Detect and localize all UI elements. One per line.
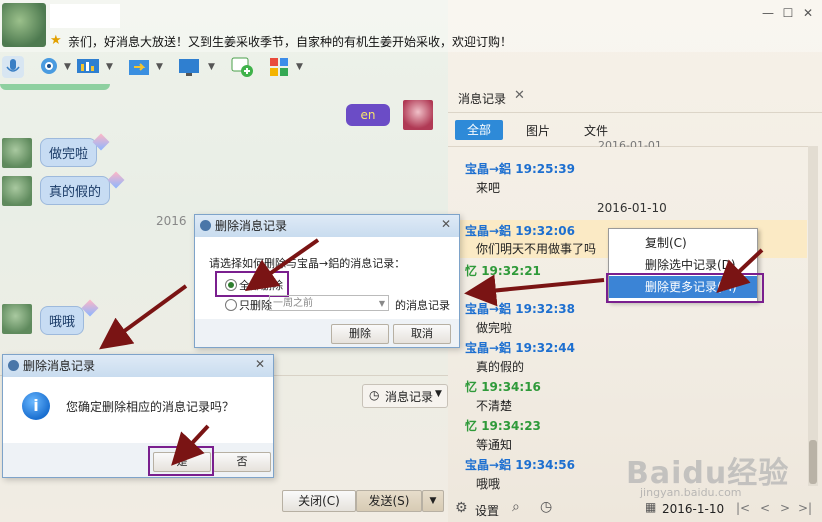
minimize-button[interactable]: — bbox=[760, 6, 776, 20]
scrollbar[interactable] bbox=[808, 146, 818, 486]
chevron-down-icon[interactable]: ▼ bbox=[208, 62, 215, 72]
chevron-down-icon[interactable]: ▼ bbox=[296, 62, 303, 72]
highlight-box bbox=[148, 446, 214, 476]
tab-message-history[interactable]: 消息记录 bbox=[458, 90, 506, 107]
close-window-button[interactable]: ✕ bbox=[800, 6, 816, 20]
no-button[interactable]: 否 bbox=[213, 452, 271, 472]
chevron-down-icon[interactable]: ▼ bbox=[64, 62, 71, 72]
record-body: 来吧 bbox=[476, 181, 501, 195]
chat-add-icon[interactable] bbox=[230, 56, 253, 78]
record-header[interactable]: 宝晶→鋁 19:32:06 bbox=[465, 222, 575, 239]
delete-history-dialog: 删除消息记录 ✕ 请选择如何删除与宝晶→鋁的消息记录： 全部删除 只删除 一周之… bbox=[194, 214, 460, 348]
remote-desktop-icon[interactable] bbox=[178, 56, 200, 78]
history-icon[interactable]: ◷ bbox=[540, 499, 552, 515]
message-history-button[interactable]: ◷ 消息记录 ▼ bbox=[362, 384, 448, 408]
app-icon bbox=[200, 220, 211, 231]
filter-images[interactable]: 图片 bbox=[526, 122, 550, 139]
delete-button[interactable]: 删除 bbox=[331, 324, 389, 344]
info-icon: i bbox=[22, 392, 50, 420]
record-header: 宝晶→鋁 19:32:38 bbox=[465, 302, 575, 316]
record-header: 宝晶→鋁 19:32:44 bbox=[465, 341, 575, 355]
dialog-title: 删除消息记录 bbox=[195, 215, 459, 237]
scrollbar-thumb[interactable] bbox=[809, 440, 817, 484]
date-divider-partial: 2016-01-01 bbox=[598, 139, 662, 147]
highlight-box bbox=[215, 271, 289, 297]
chevron-down-icon[interactable]: ▼ bbox=[156, 62, 163, 72]
confirm-message: 您确定删除相应的消息记录吗？ bbox=[66, 400, 235, 414]
history-button-label: 消息记录 bbox=[385, 390, 434, 404]
first-page-button[interactable]: |< bbox=[736, 501, 750, 515]
next-page-button[interactable]: > bbox=[780, 501, 790, 515]
chevron-down-icon: ▼ bbox=[378, 299, 385, 308]
send-options-button[interactable]: ▼ bbox=[422, 490, 444, 512]
my-avatar bbox=[403, 100, 433, 130]
message-bubble-partial bbox=[0, 84, 110, 90]
contact-avatar[interactable] bbox=[2, 3, 46, 47]
divider bbox=[448, 112, 822, 113]
range-suffix: 的消息记录 bbox=[395, 299, 450, 312]
chevron-down-icon: ▼ bbox=[435, 389, 442, 399]
contact-signature: 亲们，好消息大放送！又到生姜采收季节，自家种的有机生姜开始采收，欢迎订购！ bbox=[68, 35, 513, 49]
apps-icon[interactable] bbox=[268, 56, 290, 78]
prev-page-button[interactable]: < bbox=[760, 501, 770, 515]
gear-icon[interactable]: ⚙ bbox=[455, 500, 468, 516]
contact-avatar-small bbox=[2, 138, 32, 168]
dialog-title: 删除消息记录 bbox=[3, 355, 273, 377]
record-header: 忆 19:34:23 bbox=[465, 419, 541, 433]
file-transfer-icon[interactable] bbox=[128, 56, 150, 78]
highlight-box bbox=[606, 273, 764, 303]
send-button[interactable]: 发送(S) bbox=[356, 490, 422, 512]
record-body[interactable]: 你们明天不用做事了吗 bbox=[476, 240, 596, 257]
message-bubble: 哦哦 bbox=[40, 306, 85, 335]
close-chat-button[interactable]: 关闭(C) bbox=[282, 490, 356, 512]
app-icon bbox=[8, 360, 19, 371]
search-icon[interactable]: ⌕ bbox=[512, 499, 520, 515]
maximize-button[interactable]: ☐ bbox=[780, 6, 796, 20]
close-icon[interactable]: ✕ bbox=[255, 357, 265, 371]
record-body: 做完啦 bbox=[476, 321, 513, 335]
last-page-button[interactable]: >| bbox=[798, 501, 812, 515]
record-header: 宝晶→鋁 19:34:56 bbox=[465, 458, 575, 472]
dialog-prompt: 请选择如何删除与宝晶→鋁的消息记录： bbox=[209, 257, 406, 270]
watermark-url: jingyan.baidu.com bbox=[640, 486, 742, 499]
cancel-button[interactable]: 取消 bbox=[393, 324, 451, 344]
record-header: 宝晶→鋁 19:25:39 bbox=[465, 162, 575, 176]
chat-timestamp: 2016 bbox=[156, 214, 187, 228]
record-body: 不清楚 bbox=[476, 399, 513, 413]
range-select-value: 一周之前 bbox=[273, 298, 313, 309]
radio-delete-only-label[interactable]: 只删除 bbox=[239, 297, 272, 313]
record-body: 真的假的 bbox=[476, 360, 525, 374]
filter-files[interactable]: 文件 bbox=[584, 122, 608, 139]
chevron-down-icon[interactable]: ▼ bbox=[106, 62, 113, 72]
camera-icon[interactable] bbox=[38, 56, 60, 78]
close-icon[interactable]: ✕ bbox=[441, 217, 451, 231]
record-header: 忆 19:34:16 bbox=[465, 380, 541, 394]
record-header: 忆 19:32:21 bbox=[465, 264, 541, 278]
range-select[interactable]: 一周之前 ▼ bbox=[269, 295, 389, 311]
record-body: 等通知 bbox=[476, 438, 513, 452]
radio-delete-only[interactable] bbox=[225, 299, 237, 311]
record-body: 哦哦 bbox=[476, 477, 501, 491]
close-icon[interactable]: ✕ bbox=[514, 88, 525, 103]
contact-avatar-small bbox=[2, 304, 32, 334]
contact-avatar-small bbox=[2, 176, 32, 206]
message-bubble: 做完啦 bbox=[40, 138, 98, 167]
mic-icon[interactable] bbox=[2, 56, 24, 78]
star-icon: ★ bbox=[50, 33, 62, 48]
clock-icon: ◷ bbox=[369, 388, 380, 402]
message-bubble: 真的假的 bbox=[40, 176, 111, 205]
filter-all[interactable]: 全部 bbox=[455, 120, 503, 140]
menu-item-copy[interactable]: 复制(C) bbox=[609, 232, 757, 254]
screen-share-icon[interactable] bbox=[76, 56, 99, 78]
settings-label[interactable]: 设置 bbox=[475, 502, 499, 519]
calendar-icon[interactable]: ▦ bbox=[645, 500, 656, 514]
date-picker[interactable]: 2016-1-10 bbox=[662, 502, 724, 516]
sticker-en: en bbox=[346, 104, 390, 126]
date-divider: 2016-01-10 bbox=[597, 201, 667, 215]
contact-name-box bbox=[50, 4, 120, 28]
